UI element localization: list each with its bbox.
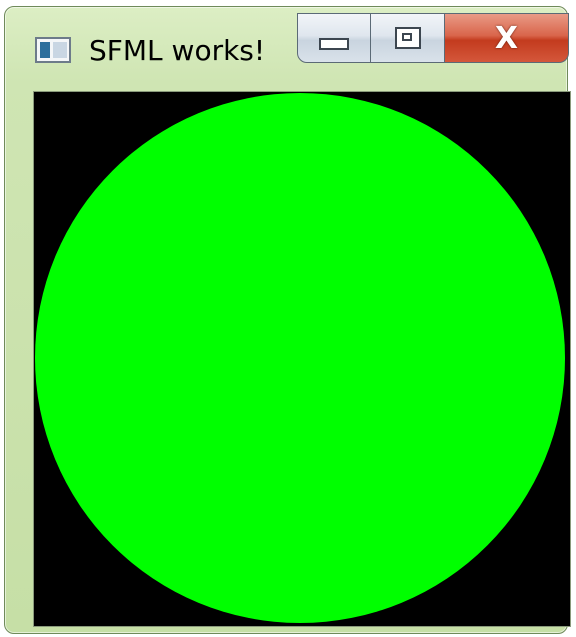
green-circle [35, 93, 565, 623]
window-title: SFML works! [89, 34, 266, 67]
app-window: SFML works! X [4, 6, 571, 634]
canvas-drawing [35, 93, 565, 623]
close-button[interactable]: X [445, 13, 569, 63]
app-icon-right-pane [53, 42, 67, 58]
render-canvas[interactable] [33, 91, 571, 627]
minimize-icon [319, 38, 349, 50]
close-icon: X [494, 20, 519, 56]
app-icon-left-pane [40, 42, 50, 58]
minimize-button[interactable] [297, 13, 371, 63]
app-window-icon[interactable] [35, 37, 71, 63]
maximize-icon [394, 27, 421, 49]
window-controls: X [297, 13, 569, 63]
maximize-button[interactable] [371, 13, 445, 63]
